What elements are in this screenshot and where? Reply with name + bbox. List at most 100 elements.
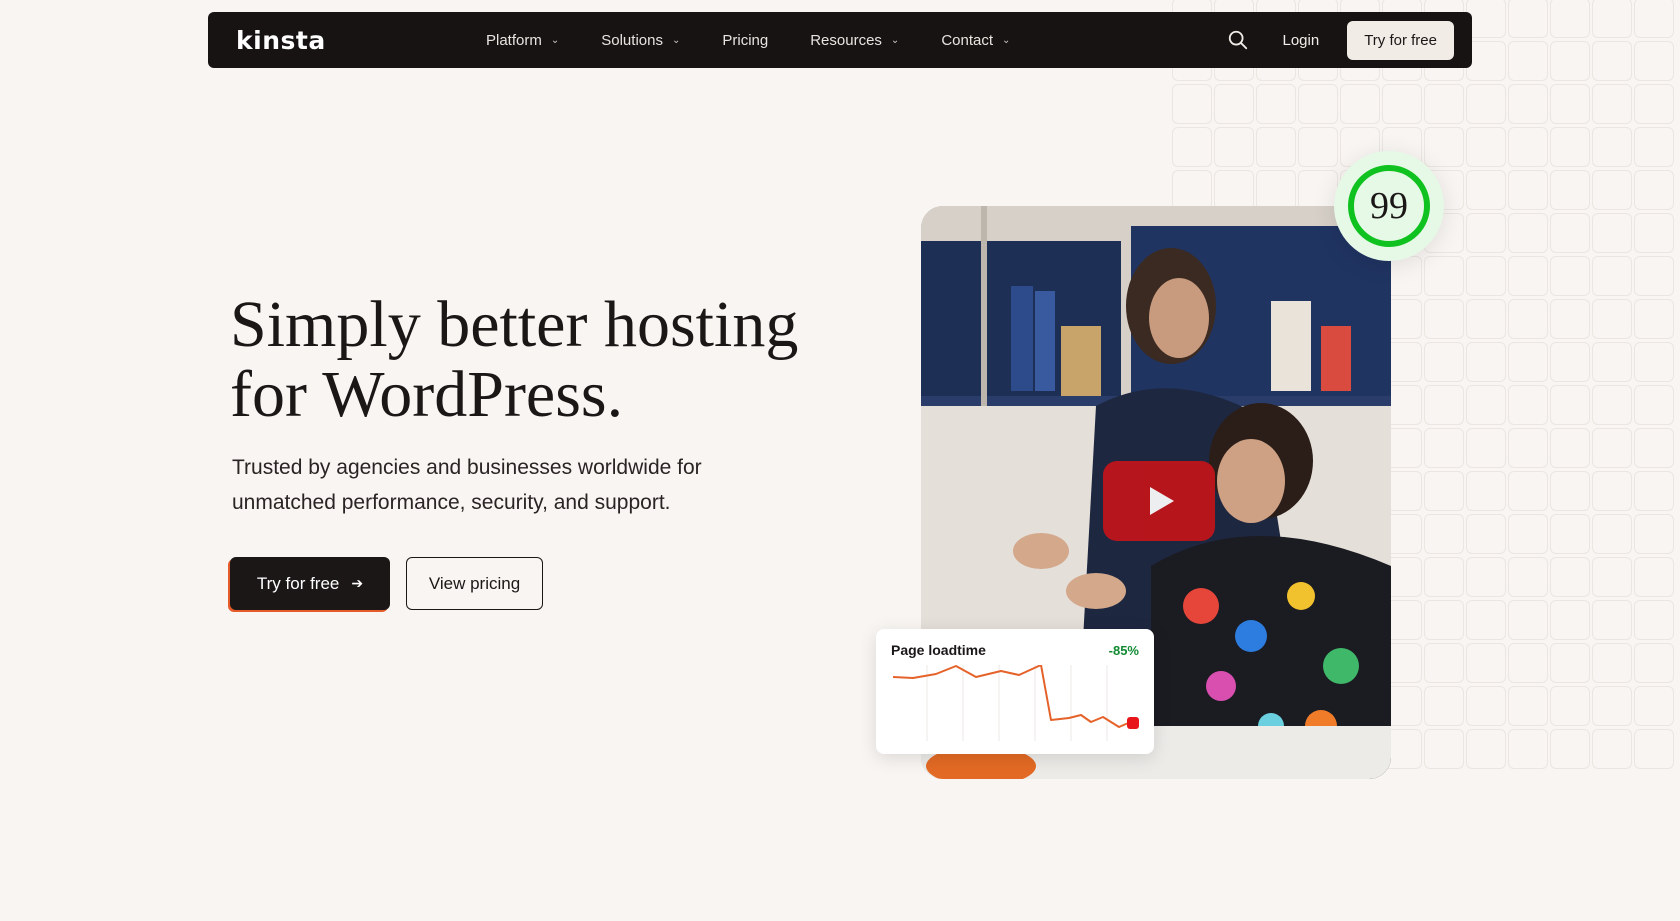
score-ring: 99 — [1348, 165, 1430, 247]
nav-item-label: Solutions — [601, 31, 663, 49]
grid-square — [1592, 213, 1632, 253]
grid-square — [1466, 256, 1506, 296]
play-button[interactable] — [1103, 461, 1215, 541]
grid-square — [1508, 170, 1548, 210]
grid-square — [1592, 385, 1632, 425]
grid-square — [1508, 514, 1548, 554]
grid-square — [1172, 170, 1212, 210]
loadtime-change: -85% — [1108, 642, 1139, 658]
grid-square — [1592, 600, 1632, 640]
grid-square — [1466, 428, 1506, 468]
view-pricing-button[interactable]: View pricing — [406, 557, 543, 610]
grid-square — [1550, 686, 1590, 726]
grid-square — [1592, 41, 1632, 81]
grid-square — [1466, 471, 1506, 511]
grid-square — [1298, 127, 1338, 167]
top-navbar: kinsta Platform ⌄ Solutions ⌄ Pricing Re… — [208, 12, 1472, 68]
chevron-down-icon: ⌄ — [1002, 34, 1011, 46]
grid-square — [1634, 471, 1674, 511]
arrow-right-icon: ➔ — [351, 575, 364, 591]
grid-square — [1466, 514, 1506, 554]
grid-square — [1424, 428, 1464, 468]
grid-square — [1382, 84, 1422, 124]
button-label: Try for free — [256, 573, 340, 593]
grid-square — [1424, 385, 1464, 425]
grid-square — [1424, 299, 1464, 339]
grid-square — [1256, 84, 1296, 124]
grid-square — [1256, 170, 1296, 210]
grid-square — [1424, 342, 1464, 382]
nav-item-platform[interactable]: Platform ⌄ — [486, 32, 559, 49]
grid-square — [1466, 729, 1506, 769]
grid-square — [1466, 342, 1506, 382]
nav-item-resources[interactable]: Resources ⌄ — [810, 32, 899, 49]
grid-square — [1550, 41, 1590, 81]
play-icon — [1150, 487, 1174, 515]
grid-square — [1508, 127, 1548, 167]
grid-square — [1508, 471, 1548, 511]
search-icon[interactable] — [1227, 29, 1249, 51]
nav-try-free-button[interactable]: Try for free — [1347, 20, 1454, 60]
hero-subtitle-line: Trusted by agencies and businesses world… — [232, 456, 702, 479]
grid-square — [1592, 686, 1632, 726]
grid-square — [1550, 342, 1590, 382]
grid-square — [1466, 41, 1506, 81]
grid-square — [1466, 600, 1506, 640]
grid-square — [1256, 127, 1296, 167]
grid-square — [1592, 557, 1632, 597]
grid-square — [1550, 170, 1590, 210]
nav-item-label: Contact — [941, 31, 994, 49]
login-link[interactable]: Login — [1283, 32, 1320, 49]
grid-square — [1424, 557, 1464, 597]
grid-square — [1550, 600, 1590, 640]
chevron-down-icon: ⌄ — [671, 34, 681, 46]
grid-square — [1172, 84, 1212, 124]
grid-square — [1340, 84, 1380, 124]
grid-square — [1466, 385, 1506, 425]
grid-square — [1634, 686, 1674, 726]
nav-item-solutions[interactable]: Solutions ⌄ — [601, 32, 680, 49]
grid-square — [1508, 557, 1548, 597]
nav-menu: Platform ⌄ Solutions ⌄ Pricing Resources… — [486, 32, 1052, 49]
performance-score-badge: 99 — [1334, 151, 1444, 261]
hero-subtitle: Trusted by agencies and businesses world… — [232, 450, 792, 520]
grid-square — [1424, 643, 1464, 683]
grid-square — [1550, 0, 1590, 38]
grid-square — [1550, 127, 1590, 167]
grid-square — [1466, 557, 1506, 597]
grid-square — [1550, 471, 1590, 511]
grid-square — [1172, 127, 1212, 167]
grid-square — [1550, 385, 1590, 425]
grid-square — [1634, 84, 1674, 124]
grid-square — [1634, 600, 1674, 640]
nav-item-label: Resources — [810, 31, 882, 49]
grid-square — [1634, 256, 1674, 296]
grid-square — [1550, 428, 1590, 468]
grid-square — [1508, 342, 1548, 382]
chevron-down-icon: ⌄ — [890, 34, 900, 46]
grid-square — [1508, 600, 1548, 640]
try-for-free-button[interactable]: Try for free ➔ — [230, 557, 390, 610]
grid-square — [1634, 643, 1674, 683]
grid-square — [1424, 84, 1464, 124]
nav-item-pricing[interactable]: Pricing — [722, 32, 768, 49]
nav-item-contact[interactable]: Contact ⌄ — [941, 32, 1010, 49]
grid-square — [1424, 514, 1464, 554]
hero-title-line: for WordPress. — [230, 358, 624, 431]
loadtime-sparkline — [892, 665, 1139, 741]
grid-square — [1508, 643, 1548, 683]
grid-square — [1508, 428, 1548, 468]
grid-square — [1634, 428, 1674, 468]
grid-square — [1550, 299, 1590, 339]
grid-square — [1298, 170, 1338, 210]
grid-square — [1634, 127, 1674, 167]
grid-square — [1634, 342, 1674, 382]
grid-square — [1592, 514, 1632, 554]
grid-square — [1508, 213, 1548, 253]
kinsta-logo[interactable]: kinsta — [236, 26, 486, 55]
grid-square — [1508, 385, 1548, 425]
grid-square — [1508, 686, 1548, 726]
loadtime-header: Page loadtime -85% — [891, 642, 1139, 658]
grid-square — [1466, 84, 1506, 124]
grid-square — [1508, 84, 1548, 124]
